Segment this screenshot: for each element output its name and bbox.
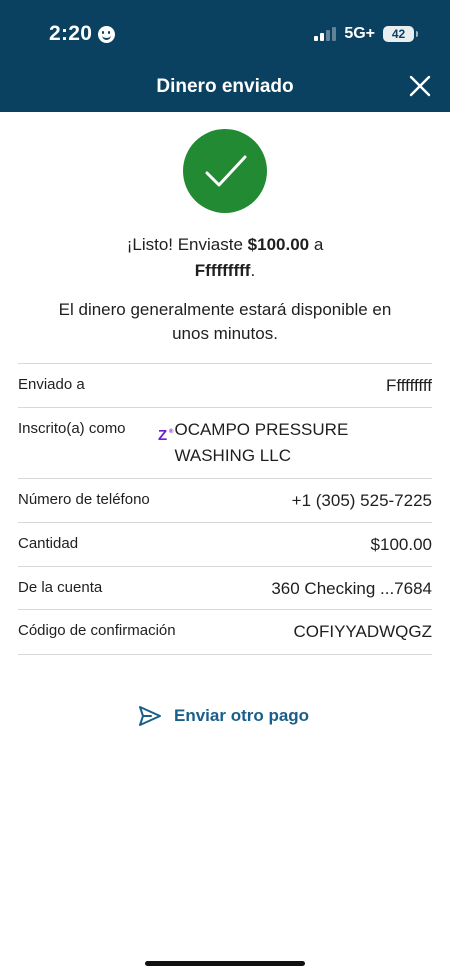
confirmation-message: ¡Listo! Enviaste $100.00 a Fffffffff. — [40, 232, 410, 284]
detail-label: Número de teléfono — [18, 491, 150, 508]
send-icon — [139, 706, 161, 726]
send-another-payment-label: Enviar otro pago — [174, 706, 310, 725]
status-bar: 2:20 5G+ 42 — [0, 0, 450, 66]
signal-icon — [314, 27, 337, 41]
close-icon[interactable] — [408, 74, 432, 98]
page-title: Dinero enviado — [156, 76, 294, 97]
payment-details: Enviado a Fffffffff Inscrito(a) como Z ® … — [18, 363, 432, 655]
enrolled-name: Z ® OCAMPO PRESSURE WASHING LLC — [158, 420, 432, 469]
detail-row-sent-to: Enviado a Fffffffff — [18, 364, 432, 408]
detail-value: +1 (305) 525-7225 — [291, 491, 432, 510]
detail-row-enrolled-as: Inscrito(a) como Z ® OCAMPO PRESSURE WASH… — [18, 408, 432, 479]
detail-label: Cantidad — [18, 535, 79, 552]
home-indicator — [145, 961, 305, 966]
confirmation-connector: a — [309, 235, 324, 254]
app-header: 2:20 5G+ 42 Dinero enviado — [0, 0, 450, 112]
clock-text: 2:20 — [49, 22, 93, 45]
detail-value: COFIYYADWQGZ — [293, 622, 432, 641]
status-time: 2:20 — [49, 22, 116, 46]
detail-row-phone: Número de teléfono +1 (305) 525-7225 — [18, 479, 432, 523]
battery-icon: 42 — [383, 26, 418, 42]
detail-value: Fffffffff — [385, 376, 432, 395]
checkmark-icon — [205, 155, 247, 187]
zelle-icon: Z ® — [158, 427, 174, 444]
detail-row-confirmation-code: Código de confirmación COFIYYADWQGZ — [18, 610, 432, 655]
detail-label: Código de confirmación — [18, 622, 176, 639]
focus-face-icon — [98, 25, 116, 43]
success-badge — [183, 129, 267, 213]
confirmation-amount: $100.00 — [247, 235, 310, 254]
detail-value: $100.00 — [370, 535, 432, 554]
detail-label: Inscrito(a) como — [18, 420, 126, 437]
detail-value: 360 Checking ...7684 — [271, 579, 432, 598]
detail-label: De la cuenta — [18, 579, 103, 596]
detail-row-amount: Cantidad $100.00 — [18, 523, 432, 567]
detail-label: Enviado a — [18, 376, 85, 393]
status-indicators: 5G+ 42 — [314, 25, 418, 43]
network-type: 5G+ — [344, 25, 375, 42]
send-another-payment-button[interactable]: Enviar otro pago — [138, 705, 309, 727]
confirmation-prefix: ¡Listo! Enviaste — [126, 235, 248, 254]
detail-row-from-account: De la cuenta 360 Checking ...7684 — [18, 567, 432, 610]
confirmation-suffix: . — [250, 261, 256, 280]
detail-value: OCAMPO PRESSURE WASHING LLC — [174, 420, 349, 465]
availability-message: El dinero generalmente estará disponible… — [58, 300, 392, 343]
confirmation-recipient: Fffffffff — [194, 261, 251, 280]
